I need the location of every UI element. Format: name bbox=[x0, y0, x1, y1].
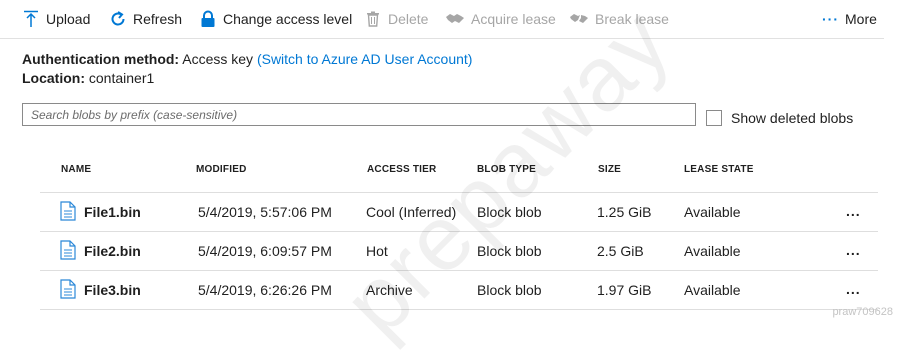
command-bar: Upload Refresh Change access level Delet… bbox=[0, 0, 884, 39]
file-icon bbox=[60, 201, 76, 224]
blob-name[interactable]: File3.bin bbox=[84, 282, 141, 298]
blob-size: 2.5 GiB bbox=[597, 243, 644, 259]
row-more-button[interactable]: ... bbox=[846, 203, 861, 219]
col-header-access-tier[interactable]: ACCESS TIER bbox=[367, 164, 436, 175]
break-lease-label: Break lease bbox=[595, 11, 669, 27]
lock-icon bbox=[199, 10, 217, 28]
delete-label: Delete bbox=[388, 11, 429, 27]
change-access-level-button[interactable]: Change access level bbox=[199, 9, 352, 29]
blob-name[interactable]: File1.bin bbox=[84, 204, 141, 220]
show-deleted-blobs-checkbox[interactable] bbox=[706, 110, 722, 126]
auth-method-line: Authentication method: Access key (Switc… bbox=[22, 51, 472, 67]
blob-lease-state: Available bbox=[684, 204, 741, 220]
blob-type: Block blob bbox=[477, 204, 542, 220]
show-deleted-blobs-label: Show deleted blobs bbox=[731, 110, 854, 126]
row-more-button[interactable]: ... bbox=[846, 242, 861, 258]
blob-type: Block blob bbox=[477, 282, 542, 298]
blob-access-tier: Hot bbox=[366, 243, 388, 259]
row-divider bbox=[40, 309, 878, 310]
switch-auth-link[interactable]: (Switch to Azure AD User Account) bbox=[257, 51, 473, 67]
search-blobs-input[interactable] bbox=[22, 103, 696, 126]
blob-modified: 5/4/2019, 5:57:06 PM bbox=[198, 204, 332, 220]
show-deleted-blobs-toggle[interactable]: Show deleted blobs bbox=[706, 110, 853, 126]
file-icon bbox=[60, 240, 76, 263]
blob-access-tier: Archive bbox=[366, 282, 413, 298]
blob-size: 1.25 GiB bbox=[597, 204, 652, 220]
table-row[interactable]: File3.bin 5/4/2019, 6:26:26 PM Archive B… bbox=[40, 271, 878, 309]
blob-lease-state: Available bbox=[684, 282, 741, 298]
blob-size: 1.97 GiB bbox=[597, 282, 652, 298]
refresh-button[interactable]: Refresh bbox=[109, 9, 182, 29]
acquire-lease-button[interactable]: Acquire lease bbox=[445, 9, 556, 29]
delete-button[interactable]: Delete bbox=[364, 9, 428, 29]
refresh-label: Refresh bbox=[133, 11, 183, 27]
auth-method-value: Access key bbox=[182, 51, 254, 67]
lease-acquire-icon bbox=[445, 10, 465, 28]
change-access-level-label: Change access level bbox=[223, 11, 353, 27]
break-lease-button[interactable]: Break lease bbox=[569, 9, 669, 29]
ellipsis-icon: ··· bbox=[822, 11, 839, 27]
file-icon bbox=[60, 279, 76, 302]
blob-type: Block blob bbox=[477, 243, 542, 259]
location-line: Location: container1 bbox=[22, 70, 154, 86]
location-label: Location: bbox=[22, 70, 85, 86]
upload-icon bbox=[22, 10, 40, 28]
blob-modified: 5/4/2019, 6:09:57 PM bbox=[198, 243, 332, 259]
col-header-blob-type[interactable]: BLOB TYPE bbox=[477, 164, 536, 175]
blob-name[interactable]: File2.bin bbox=[84, 243, 141, 259]
blob-modified: 5/4/2019, 6:26:26 PM bbox=[198, 282, 332, 298]
location-value: container1 bbox=[88, 70, 155, 86]
upload-button[interactable]: Upload bbox=[22, 9, 90, 29]
more-button[interactable]: ··· More bbox=[822, 9, 877, 29]
corner-watermark: praw709628 bbox=[832, 306, 893, 318]
lease-break-icon bbox=[569, 10, 589, 28]
blob-lease-state: Available bbox=[684, 243, 741, 259]
trash-icon bbox=[364, 10, 382, 28]
col-header-name[interactable]: NAME bbox=[61, 164, 91, 175]
auth-method-label: Authentication method: bbox=[22, 51, 180, 67]
refresh-icon bbox=[109, 10, 127, 28]
more-label: More bbox=[845, 11, 877, 27]
blob-access-tier: Cool (Inferred) bbox=[366, 204, 457, 220]
table-row[interactable]: File1.bin 5/4/2019, 5:57:06 PM Cool (Inf… bbox=[40, 193, 878, 231]
col-header-lease-state[interactable]: LEASE STATE bbox=[684, 164, 754, 175]
acquire-lease-label: Acquire lease bbox=[471, 11, 556, 27]
row-more-button[interactable]: ... bbox=[846, 281, 861, 297]
col-header-modified[interactable]: MODIFIED bbox=[196, 164, 247, 175]
table-row[interactable]: File2.bin 5/4/2019, 6:09:57 PM Hot Block… bbox=[40, 232, 878, 270]
col-header-size[interactable]: SIZE bbox=[598, 164, 621, 175]
upload-label: Upload bbox=[46, 11, 91, 27]
